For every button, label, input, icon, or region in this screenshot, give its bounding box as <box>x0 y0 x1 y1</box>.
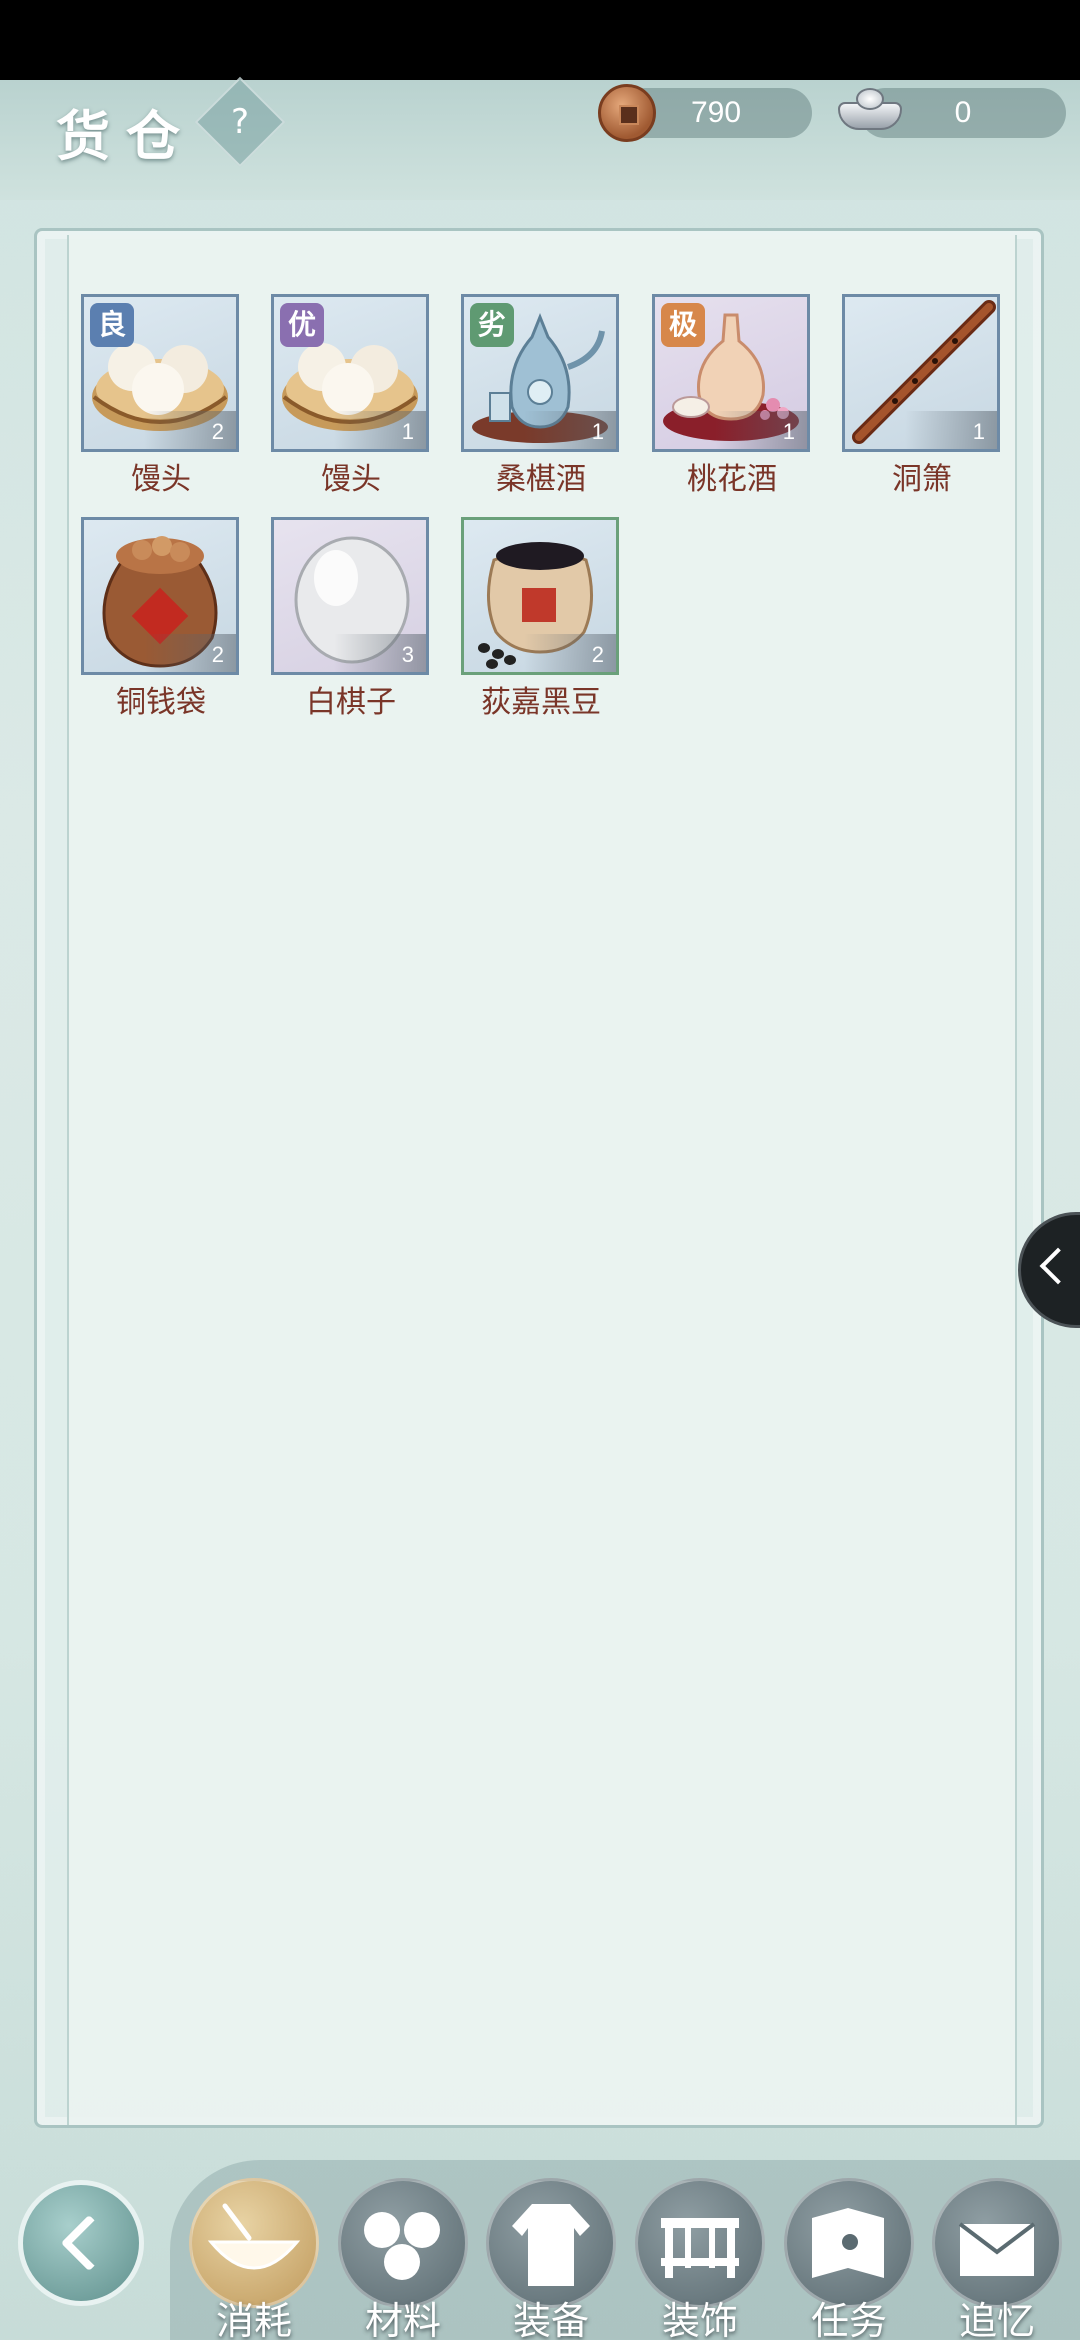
item-slot: 1 <box>842 294 1000 452</box>
tab-memories[interactable]: 追忆 <box>932 2178 1062 2340</box>
item-peach-blossom-wine[interactable]: 极 1 桃花酒 <box>652 294 812 497</box>
item-slot: 3 <box>271 517 429 675</box>
tab-consumables[interactable]: 消耗 <box>189 2178 319 2340</box>
item-count: 1 <box>591 419 604 444</box>
item-count: 1 <box>782 419 795 444</box>
item-steamed-bun-good[interactable]: 良 2 馒头 <box>81 294 241 497</box>
tab-materials[interactable]: 材料 <box>338 2178 468 2340</box>
item-name: 桃花酒 <box>687 462 777 497</box>
item-count: 2 <box>211 642 224 667</box>
copper-coin-icon <box>598 84 656 142</box>
back-arrow-icon <box>60 2214 118 2272</box>
item-name: 铜钱袋 <box>116 685 206 720</box>
item-steamed-bun-excellent[interactable]: 优 1 馒头 <box>271 294 431 497</box>
item-count: 1 <box>972 419 985 444</box>
item-name: 洞箫 <box>892 462 952 497</box>
grade-badge: 极 <box>661 303 705 347</box>
item-coin-pouch[interactable]: 2 铜钱袋 <box>81 517 241 720</box>
item-slot: 良 2 <box>81 294 239 452</box>
bowl-icon <box>207 2203 301 2270</box>
tab-label: 消耗 <box>215 2299 292 2340</box>
chevron-left-icon <box>1039 1247 1077 1285</box>
header: 货仓 ? 790 0 <box>0 76 1080 200</box>
tab-label: 材料 <box>364 2299 441 2340</box>
tab-decorations[interactable]: 装饰 <box>635 2178 765 2340</box>
silver-ingot-icon <box>838 88 902 132</box>
item-name: 桑椹酒 <box>496 462 586 497</box>
item-dongxiao-flute[interactable]: 1 洞箫 <box>842 294 1002 497</box>
bridge-icon <box>661 2218 739 2278</box>
item-name: 馒头 <box>321 462 381 497</box>
help-button[interactable]: ? <box>194 76 286 168</box>
item-count: 3 <box>401 642 414 667</box>
tab-label: 追忆 <box>958 2299 1035 2340</box>
item-name: 白棋子 <box>306 685 396 720</box>
grade-badge: 劣 <box>470 303 514 347</box>
item-slot: 优 1 <box>271 294 429 452</box>
page-title: 货仓 <box>56 104 196 168</box>
tab-quests[interactable]: 任务 <box>784 2178 914 2340</box>
robe-icon <box>512 2204 590 2286</box>
item-slot: 劣 1 <box>461 294 619 452</box>
item-name: 馒头 <box>131 462 191 497</box>
tab-equipment[interactable]: 装备 <box>486 2178 616 2340</box>
item-slot: 2 <box>81 517 239 675</box>
book-icon <box>812 2208 884 2278</box>
item-count: 2 <box>591 642 604 667</box>
item-name: 荻嘉黑豆 <box>481 685 601 720</box>
help-label: ? <box>230 102 250 142</box>
item-slot: 极 1 <box>652 294 810 452</box>
item-slot: 2 <box>461 517 619 675</box>
tab-label: 装备 <box>512 2299 589 2340</box>
item-count: 1 <box>401 419 414 444</box>
back-button[interactable] <box>18 2180 144 2306</box>
grade-badge: 良 <box>90 303 134 347</box>
tab-label: 任务 <box>810 2299 887 2340</box>
grade-badge: 优 <box>280 303 324 347</box>
inventory-panel <box>34 228 1044 2128</box>
status-bar <box>0 0 1080 80</box>
tab-label: 装饰 <box>661 2299 738 2340</box>
item-mulberry-wine[interactable]: 劣 1 桑椹酒 <box>461 294 621 497</box>
letter-icon <box>958 2222 1036 2276</box>
item-black-beans[interactable]: 2 荻嘉黑豆 <box>461 517 621 720</box>
item-count: 2 <box>211 419 224 444</box>
item-white-go-stone[interactable]: 3 白棋子 <box>271 517 431 720</box>
logs-icon <box>364 2212 440 2280</box>
